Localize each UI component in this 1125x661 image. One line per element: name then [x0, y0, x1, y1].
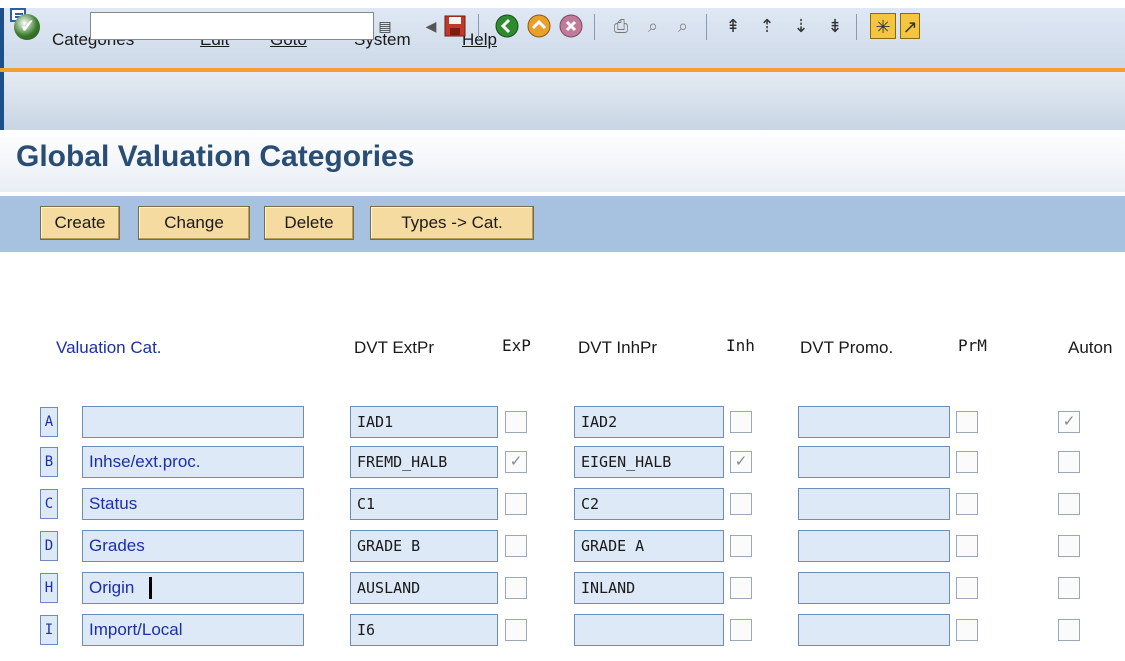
find-next-icon[interactable]: ⌕ [670, 13, 696, 39]
header-valuation-cat: Valuation Cat. [56, 338, 162, 357]
text-cursor [149, 577, 152, 599]
dvt-inhpr-field[interactable]: IAD2 [574, 406, 724, 438]
exp-checkbox[interactable] [505, 411, 527, 433]
command-field[interactable] [90, 12, 374, 40]
dvt-inhpr-field[interactable]: C2 [574, 488, 724, 520]
prm-checkbox[interactable] [956, 411, 978, 433]
row-key-button[interactable]: B [40, 447, 58, 477]
auton-checkbox[interactable] [1058, 619, 1080, 641]
change-button[interactable]: Change [138, 206, 250, 240]
standard-toolbar [0, 72, 1125, 130]
header-dvt-extpr: DVT ExtPr [354, 338, 434, 357]
dvt-inhpr-field[interactable] [574, 614, 724, 646]
dvt-promo-field[interactable] [798, 488, 950, 520]
exp-checkbox[interactable] [505, 493, 527, 515]
description-field[interactable]: Status [82, 488, 304, 520]
inh-checkbox[interactable] [730, 619, 752, 641]
dvt-promo-field[interactable] [798, 446, 950, 478]
prm-checkbox[interactable] [956, 577, 978, 599]
header-prm: PrM [958, 336, 987, 355]
header-inh: Inh [726, 336, 755, 355]
auton-checkbox[interactable]: ✓ [1058, 411, 1080, 433]
types-to-cat-button[interactable]: Types -> Cat. [370, 206, 534, 240]
description-field[interactable]: Grades [82, 530, 304, 562]
command-dropdown-icon[interactable]: ▤ [372, 13, 398, 39]
auton-checkbox[interactable] [1058, 535, 1080, 557]
row-key-button[interactable]: H [40, 573, 58, 603]
ok-icon[interactable] [14, 14, 40, 40]
new-session-icon[interactable]: ✳ [870, 13, 896, 39]
toolbar-separator [856, 14, 857, 40]
next-page-icon[interactable]: ⇣ [788, 13, 814, 39]
dvt-promo-field[interactable] [798, 614, 950, 646]
header-auton: Auton [1068, 338, 1113, 357]
description-field[interactable]: Import/Local [82, 614, 304, 646]
description-field[interactable] [82, 406, 304, 438]
page-title: Global Valuation Categories [16, 140, 415, 173]
exp-checkbox[interactable] [505, 619, 527, 641]
auton-checkbox[interactable] [1058, 493, 1080, 515]
print-icon[interactable]: ⎙ [608, 13, 634, 39]
prm-checkbox[interactable] [956, 535, 978, 557]
description-field[interactable]: Inhse/ext.proc. [82, 446, 304, 478]
row-key-button[interactable]: A [40, 407, 58, 437]
auton-checkbox[interactable] [1058, 577, 1080, 599]
delete-button[interactable]: Delete [264, 206, 354, 240]
inh-checkbox[interactable] [730, 535, 752, 557]
toolbar-separator [478, 14, 479, 40]
prm-checkbox[interactable] [956, 493, 978, 515]
dvt-extpr-field[interactable]: C1 [350, 488, 498, 520]
dvt-extpr-field[interactable]: AUSLAND [350, 572, 498, 604]
auton-checkbox[interactable] [1058, 451, 1080, 473]
row-key-button[interactable]: D [40, 531, 58, 561]
cancel-icon[interactable] [558, 13, 584, 39]
save-icon[interactable] [442, 13, 468, 39]
exp-checkbox[interactable] [505, 577, 527, 599]
row-key-button[interactable]: I [40, 615, 58, 645]
dvt-extpr-field[interactable]: I6 [350, 614, 498, 646]
create-button[interactable]: Create [40, 206, 120, 240]
inh-checkbox[interactable] [730, 577, 752, 599]
shortcut-icon[interactable]: ↗ [900, 13, 920, 39]
dvt-inhpr-field[interactable]: EIGEN_HALB [574, 446, 724, 478]
header-dvt-inhpr: DVT InhPr [578, 338, 658, 357]
dvt-inhpr-field[interactable]: INLAND [574, 572, 724, 604]
inh-checkbox[interactable] [730, 411, 752, 433]
row-key-button[interactable]: C [40, 489, 58, 519]
back-arrow-icon[interactable]: ◀ [418, 13, 444, 39]
header-dvt-promo: DVT Promo. [800, 338, 894, 357]
dvt-extpr-field[interactable]: FREMD_HALB [350, 446, 498, 478]
toolbar-separator [706, 14, 707, 40]
prm-checkbox[interactable] [956, 451, 978, 473]
toolbar-separator [594, 14, 595, 40]
exit-icon[interactable] [526, 13, 552, 39]
dvt-inhpr-field[interactable]: GRADE A [574, 530, 724, 562]
back-icon[interactable] [494, 13, 520, 39]
dvt-promo-field[interactable] [798, 572, 950, 604]
dvt-promo-field[interactable] [798, 406, 950, 438]
first-page-icon[interactable]: ⇞ [720, 13, 746, 39]
exp-checkbox[interactable] [505, 535, 527, 557]
dvt-promo-field[interactable] [798, 530, 950, 562]
prm-checkbox[interactable] [956, 619, 978, 641]
last-page-icon[interactable]: ⇟ [822, 13, 848, 39]
inh-checkbox[interactable]: ✓ [730, 451, 752, 473]
dvt-extpr-field[interactable]: IAD1 [350, 406, 498, 438]
header-exp: ExP [502, 336, 531, 355]
exp-checkbox[interactable]: ✓ [505, 451, 527, 473]
find-icon[interactable]: ⌕ [640, 13, 666, 39]
previous-page-icon[interactable]: ⇡ [754, 13, 780, 39]
dvt-extpr-field[interactable]: GRADE B [350, 530, 498, 562]
description-field[interactable]: Origin [82, 572, 304, 604]
inh-checkbox[interactable] [730, 493, 752, 515]
